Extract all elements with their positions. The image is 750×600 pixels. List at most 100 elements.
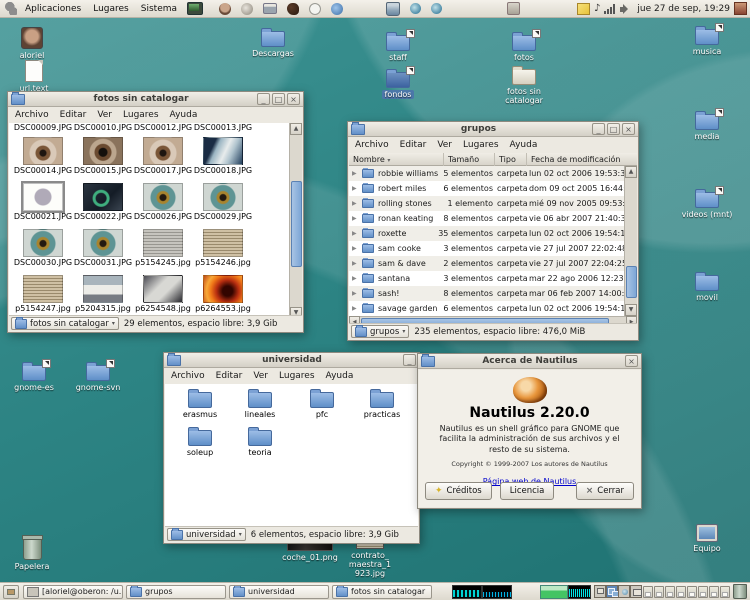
table-row[interactable]: ▶sam & dave2 elementoscarpetavie 27 jul … (349, 256, 624, 271)
gimp-launcher-icon[interactable] (241, 3, 253, 15)
window-list-button[interactable] (687, 586, 697, 598)
titlebar[interactable]: Acerca de Nautilus × (418, 354, 641, 369)
scroll-up-icon[interactable]: ▲ (625, 166, 637, 178)
menu-ver[interactable]: Ver (437, 140, 452, 150)
expander-icon[interactable]: ▶ (352, 166, 357, 181)
notes-tray-icon[interactable] (577, 3, 590, 15)
column-tipo[interactable]: Tipo (495, 153, 527, 166)
file-item[interactable]: DSC00022.JPG (73, 183, 133, 221)
expander-icon[interactable]: ▶ (352, 211, 357, 226)
table-row[interactable]: ▶sam cooke3 elementoscarpetavie 27 jul 2… (349, 241, 624, 256)
disk-monitor-graph[interactable] (568, 585, 591, 599)
column-nombre[interactable]: Nombre ▾ (349, 153, 444, 166)
window-list-button[interactable] (654, 586, 664, 598)
folder-item[interactable]: lineales (231, 392, 289, 419)
window-list-button[interactable] (665, 586, 675, 598)
window-selector-icon[interactable] (734, 2, 747, 15)
printer-launcher-icon[interactable] (263, 3, 277, 14)
folder-item[interactable]: erasmus (171, 392, 229, 419)
menu-archivo[interactable]: Archivo (355, 140, 389, 150)
menu-sistema[interactable]: Sistema (135, 4, 183, 14)
file-item[interactable]: DSC00015.JPG (73, 137, 133, 175)
titlebar[interactable]: fotos sin catalogar _ □ × (8, 92, 303, 107)
folder-item[interactable]: pfc (293, 392, 351, 419)
menu-ayuda[interactable]: Ayuda (510, 140, 538, 150)
mail-launcher-icon[interactable] (287, 3, 299, 15)
file-item[interactable]: DSC00031.JPG (73, 229, 133, 267)
workspace-1[interactable] (594, 585, 606, 598)
expander-icon[interactable]: ▶ (352, 196, 357, 211)
expander-icon[interactable]: ▶ (352, 271, 357, 286)
column-tamano[interactable]: Tamaño (444, 153, 495, 166)
file-item[interactable]: DSC00018.JPG (193, 137, 253, 175)
network-monitor-graph[interactable] (482, 585, 512, 599)
menu-editar[interactable]: Editar (400, 140, 427, 150)
trash-applet-icon[interactable] (733, 584, 747, 599)
file-item[interactable]: p5154246.jpg (193, 229, 253, 267)
workspace-3[interactable] (618, 585, 630, 598)
table-row[interactable]: ▶robbie williams5 elementoscarpetalun 02… (349, 166, 624, 181)
task-button-terminal[interactable]: [aloriel@oberon: /u... (23, 585, 123, 599)
folder-item[interactable]: practicas (353, 392, 411, 419)
table-row[interactable]: ▶ronan keating8 elementoscarpetavie 06 a… (349, 211, 624, 226)
window-list-button[interactable] (698, 586, 708, 598)
desktop-icon-gnome-es[interactable]: gnome-es (8, 365, 60, 392)
task-button-fotos[interactable]: fotos sin catalogar (332, 585, 432, 599)
screenshot-launcher-icon[interactable] (187, 2, 203, 15)
desktop-icon-papelera[interactable]: Papelera (10, 537, 54, 571)
file-item[interactable]: DSC00012.JPG (133, 123, 193, 132)
package-launcher-icon[interactable] (507, 2, 520, 15)
task-button-grupos[interactable]: grupos (126, 585, 226, 599)
menu-lugares[interactable]: Lugares (279, 371, 315, 381)
menu-archivo[interactable]: Archivo (15, 110, 49, 120)
browser2-launcher-icon[interactable] (431, 3, 442, 14)
chat-launcher-icon[interactable] (331, 3, 343, 15)
desktop-icon-url-text[interactable]: url.text (12, 60, 56, 93)
panel-clock[interactable]: jue 27 de sep, 19:29 (637, 4, 730, 14)
table-row[interactable]: ▶sash!8 elementoscarpetamar 06 feb 2007 … (349, 286, 624, 301)
memory-monitor-graph[interactable] (540, 585, 568, 599)
menu-ayuda[interactable]: Ayuda (326, 371, 354, 381)
volume-icon[interactable] (620, 4, 630, 14)
menu-editar[interactable]: Editar (60, 110, 87, 120)
folder-item[interactable]: teoria (231, 430, 289, 457)
expander-icon[interactable]: ▶ (352, 286, 357, 301)
menu-editar[interactable]: Editar (216, 371, 243, 381)
signal-strength-icon[interactable] (604, 4, 615, 14)
folder-item[interactable]: soleup (171, 430, 229, 457)
maximize-button[interactable]: □ (272, 93, 285, 105)
cpu-monitor-graph[interactable] (452, 585, 482, 599)
minimize-button[interactable]: _ (257, 93, 270, 105)
location-dropdown[interactable]: fotos sin catalogar ▾ (11, 317, 119, 330)
scrollbar-thumb[interactable] (291, 181, 302, 267)
table-row[interactable]: ▶santana3 elementoscarpetamar 22 ago 200… (349, 271, 624, 286)
clock-launcher-icon[interactable] (309, 3, 321, 15)
menu-ver[interactable]: Ver (97, 110, 112, 120)
menu-aplicaciones[interactable]: Aplicaciones (19, 4, 87, 14)
expander-icon[interactable]: ▶ (352, 226, 357, 241)
desktop-icon-fotos[interactable]: fotos (498, 35, 550, 62)
scrollbar-thumb[interactable] (626, 266, 637, 298)
menu-lugares[interactable]: Lugares (87, 4, 135, 14)
menu-lugares[interactable]: Lugares (123, 110, 159, 120)
desktop-icon-musica[interactable]: musica (681, 29, 733, 56)
table-row[interactable]: ▶rolling stones1 elementocarpetamié 09 n… (349, 196, 624, 211)
workspace-4[interactable] (630, 585, 642, 598)
desktop-icon-staff[interactable]: staff (372, 35, 424, 62)
window-list-button[interactable] (643, 586, 653, 598)
close-dialog-button[interactable]: ×Cerrar (576, 482, 634, 500)
close-button[interactable]: × (622, 123, 635, 135)
table-row[interactable]: ▶roxette35 elementoscarpetalun 02 oct 20… (349, 226, 624, 241)
minimize-button[interactable]: _ (592, 123, 605, 135)
credits-button[interactable]: ✦Créditos (425, 482, 492, 500)
table-row[interactable]: ▶robert miles6 elementoscarpetadom 09 oc… (349, 181, 624, 196)
column-fecha[interactable]: Fecha de modificación (527, 153, 637, 166)
file-item[interactable]: DSC00017.JPG (133, 137, 193, 175)
license-button[interactable]: Licencia (500, 482, 555, 500)
desktop-icon-equipo[interactable]: Equipo (683, 524, 731, 553)
menu-ayuda[interactable]: Ayuda (170, 110, 198, 120)
desktop-icon-media[interactable]: media (681, 114, 733, 141)
desktop-icon-videos-mnt[interactable]: videos (mnt) (676, 192, 738, 219)
file-item[interactable]: p5154245.jpg (133, 229, 193, 267)
file-item[interactable]: DSC00009.JPG (13, 123, 73, 132)
